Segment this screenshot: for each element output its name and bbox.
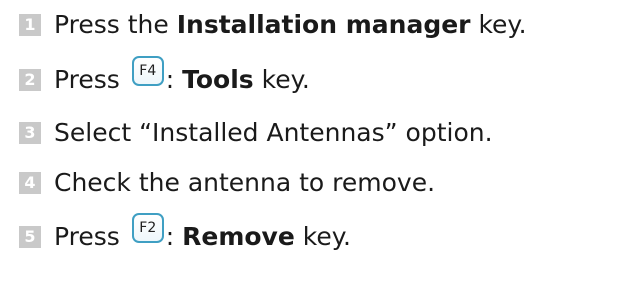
step-text-before: Press the (54, 10, 177, 39)
step-colon: : (165, 65, 183, 94)
remove-label: Remove (182, 222, 295, 251)
step-3: 3 Select “Installed Antennas” option. (0, 113, 493, 153)
f2-key-icon: F2 (131, 213, 164, 243)
step-text: Check the antenna to remove. (54, 168, 436, 197)
key-label: F4 (139, 63, 157, 79)
step-number-badge: 5 (19, 226, 41, 248)
step-text-after: key. (294, 222, 351, 251)
step-colon: : (165, 222, 183, 251)
step-4: 4 Check the antenna to remove. (0, 163, 435, 203)
key-label: F2 (139, 220, 157, 236)
step-1: 1 Press the Installation manager key. (0, 5, 527, 45)
step-number-badge: 2 (19, 69, 41, 91)
step-text-after: key. (253, 65, 310, 94)
instruction-steps: 1 Press the Installation manager key. 2 … (0, 0, 627, 282)
step-number-badge: 3 (19, 122, 41, 144)
step-2: 2 Press F4: Tools key. (0, 56, 310, 100)
step-text-before: Press (54, 222, 128, 251)
tools-label: Tools (182, 65, 254, 94)
f4-key-icon: F4 (131, 56, 164, 86)
step-text-after: key. (470, 10, 527, 39)
step-text: Select “Installed Antennas” option. (54, 118, 493, 147)
step-number-badge: 4 (19, 172, 41, 194)
step-text: Press the Installation manager key. (54, 5, 527, 45)
installation-manager-label: Installation manager (176, 10, 471, 39)
step-number-badge: 1 (19, 14, 41, 36)
step-text: Press F2: Remove key. (54, 213, 351, 257)
step-5: 5 Press F2: Remove key. (0, 213, 351, 257)
step-text-before: Press (54, 65, 128, 94)
step-text: Press F4: Tools key. (54, 56, 310, 100)
